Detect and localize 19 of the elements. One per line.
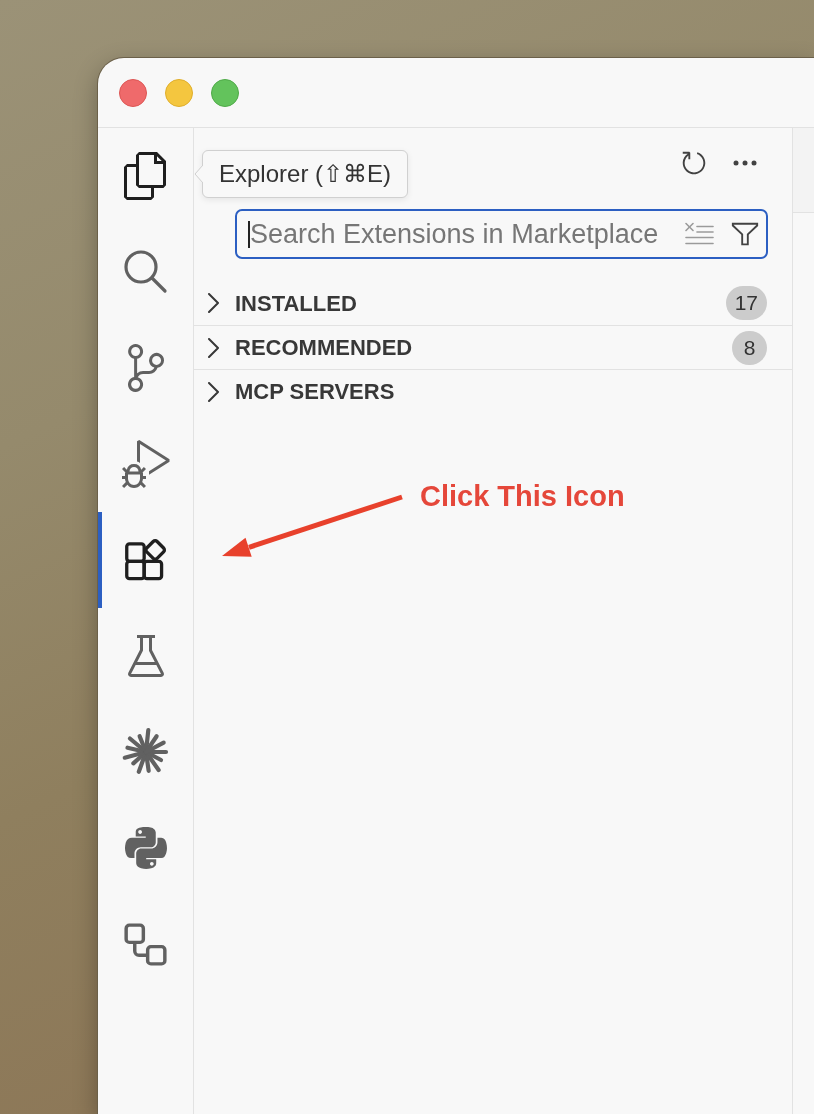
section-header[interactable]: RECOMMENDED 8 [194,325,792,369]
search-field[interactable]: Search Extensions in Marketplace [235,209,768,259]
text-cursor-icon [248,221,250,248]
workflow-icon [124,922,167,966]
close-button[interactable] [119,78,147,107]
search-icon [123,250,168,294]
extensions-icon [123,538,168,582]
count-badge: 8 [732,330,767,365]
play-bug-icon [121,440,170,488]
tooltip: Explorer (⇧⌘E) [202,150,409,198]
section-header[interactable]: MCP SERVERS [194,369,792,413]
section-header[interactable]: INSTALLED 17 [194,281,792,325]
clear-filter-icon[interactable] [684,222,714,246]
maximize-button[interactable] [211,78,239,107]
annotation-text: Click This Icon [420,482,625,511]
ellipsis-icon [733,160,757,166]
tooltip-pointer-icon [194,165,203,183]
starburst-icon [121,728,170,776]
count-badge: 17 [725,286,767,320]
